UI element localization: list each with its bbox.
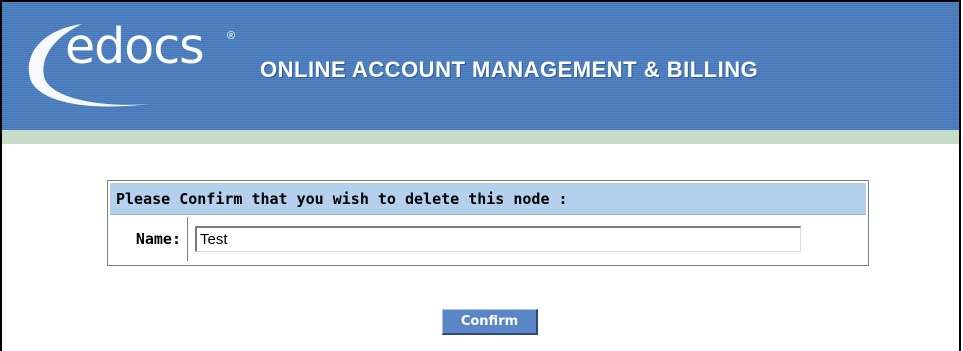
confirm-header-text: Please Confirm that you wish to delete t… xyxy=(116,190,568,208)
confirm-button[interactable]: Confirm xyxy=(442,309,538,335)
header-banner: edocs ® ONLINE ACCOUNT MANAGEMENT & BILL… xyxy=(2,2,959,130)
registered-mark: ® xyxy=(227,30,236,42)
page-frame: edocs ® ONLINE ACCOUNT MANAGEMENT & BILL… xyxy=(0,0,961,351)
logo-text: edocs xyxy=(65,18,205,75)
name-field[interactable] xyxy=(195,226,801,252)
edocs-logo: edocs ® xyxy=(20,16,250,116)
confirm-delete-panel: Please Confirm that you wish to delete t… xyxy=(107,180,869,266)
banner-stripe xyxy=(2,130,959,144)
banner-title: ONLINE ACCOUNT MANAGEMENT & BILLING xyxy=(260,57,759,82)
name-label: Name: xyxy=(135,230,181,248)
confirm-header: Please Confirm that you wish to delete t… xyxy=(110,183,866,215)
name-label-cell: Name: xyxy=(110,217,188,261)
name-row: Name: xyxy=(110,217,866,261)
